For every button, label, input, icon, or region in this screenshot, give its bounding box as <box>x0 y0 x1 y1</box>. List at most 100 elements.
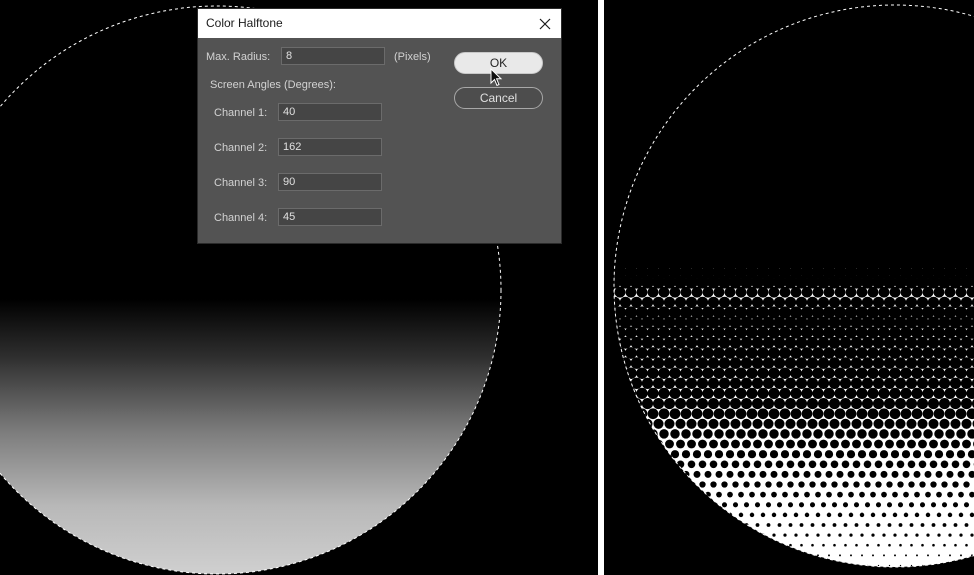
halftone-dot <box>605 450 613 458</box>
halftone-dot <box>800 543 803 547</box>
halftone-dot <box>922 367 934 379</box>
halftone-dot <box>935 470 943 478</box>
halftone-dot <box>662 533 666 537</box>
halftone-dot <box>680 347 692 359</box>
halftone-dot <box>823 367 835 379</box>
halftone-dot <box>651 533 655 537</box>
cancel-button[interactable]: Cancel <box>454 87 543 109</box>
halftone-dot <box>625 408 637 420</box>
halftone-dot <box>650 491 656 498</box>
halftone-dot <box>834 387 846 400</box>
halftone-dot <box>916 398 929 410</box>
halftone-dot <box>690 543 693 547</box>
halftone-dot <box>955 408 967 420</box>
halftone-dot <box>625 347 637 359</box>
halftone-dot <box>960 554 962 557</box>
halftone-dot <box>696 377 709 389</box>
halftone-dot <box>846 450 856 459</box>
halftone-dot <box>669 367 681 379</box>
halftone-dot <box>900 387 912 400</box>
halftone-dot <box>719 418 730 429</box>
halftone-dot <box>620 418 631 429</box>
halftone-dot <box>734 564 737 567</box>
halftone-dot <box>916 554 918 557</box>
halftone-dot <box>798 481 805 488</box>
halftone-dot <box>723 543 726 547</box>
halftone-dot <box>901 429 911 439</box>
halftone-dot <box>718 296 731 309</box>
halftone-dot <box>617 491 623 498</box>
halftone-dot <box>652 357 665 369</box>
halftone-dot <box>734 543 737 547</box>
halftone-dot <box>663 554 665 557</box>
close-button[interactable] <box>533 12 557 35</box>
halftone-dot <box>614 286 626 298</box>
halftone-dot <box>779 286 791 298</box>
channel-3-input[interactable] <box>278 173 382 191</box>
halftone-dot <box>832 523 837 527</box>
halftone-dot <box>756 564 759 567</box>
halftone-dot <box>727 512 733 518</box>
halftone-dot <box>915 533 919 537</box>
halftone-dot <box>751 398 764 410</box>
halftone-dot <box>956 429 966 439</box>
result-canvas[interactable] <box>604 0 974 575</box>
halftone-dot <box>608 554 610 556</box>
halftone-dot <box>768 387 780 400</box>
halftone-dot <box>767 564 770 567</box>
halftone-dot <box>910 543 913 547</box>
halftone-dot <box>885 439 894 449</box>
halftone-dot <box>630 398 643 410</box>
halftone-dot <box>916 357 929 369</box>
channel-1-input[interactable] <box>278 103 382 121</box>
halftone-dot <box>691 367 703 379</box>
halftone-dot <box>680 367 692 379</box>
halftone-dot <box>725 429 735 439</box>
halftone-dot <box>845 367 857 379</box>
halftone-dot <box>883 357 896 369</box>
halftone-dot <box>691 408 703 420</box>
halftone-dot <box>658 286 670 298</box>
halftone-dot <box>891 470 899 478</box>
halftone-dot <box>850 296 863 309</box>
halftone-dot <box>881 491 887 498</box>
halftone-dot <box>649 470 657 478</box>
halftone-dot <box>841 460 850 469</box>
halftone-dot <box>630 296 643 309</box>
halftone-dot <box>922 347 934 359</box>
halftone-dot <box>927 357 940 369</box>
halftone-dot <box>665 439 674 449</box>
halftone-dot <box>856 367 868 379</box>
halftone-dot <box>671 470 679 478</box>
halftone-dot <box>640 533 644 537</box>
halftone-dot <box>875 502 882 508</box>
halftone-dot <box>925 491 931 498</box>
halftone-dot <box>668 326 682 339</box>
halftone-dot <box>735 387 747 400</box>
halftone-dot <box>947 491 953 498</box>
halftone-dot <box>703 429 713 439</box>
halftone-dot <box>688 502 695 508</box>
halftone-dot <box>740 336 753 349</box>
halftone-dot <box>604 266 605 279</box>
halftone-dot <box>658 387 670 400</box>
halftone-dot <box>796 418 807 429</box>
halftone-dot <box>733 523 738 527</box>
halftone-dot <box>625 286 637 298</box>
halftone-dot <box>812 408 824 420</box>
halftone-dot <box>861 377 874 389</box>
halftone-dot <box>661 512 667 518</box>
halftone-dot <box>813 450 823 459</box>
channel-4-input[interactable] <box>278 208 382 226</box>
halftone-dot <box>961 418 972 429</box>
halftone-dot <box>940 439 949 449</box>
dialog-titlebar[interactable]: Color Halftone <box>198 9 561 38</box>
halftone-dot <box>938 336 951 349</box>
max-radius-input[interactable] <box>281 47 385 65</box>
halftone-dot <box>839 296 852 309</box>
channel-2-input[interactable] <box>278 138 382 156</box>
halftone-dot <box>952 502 959 508</box>
halftone-dot <box>759 470 767 478</box>
halftone-dot <box>866 326 880 339</box>
halftone-dot <box>836 470 844 478</box>
